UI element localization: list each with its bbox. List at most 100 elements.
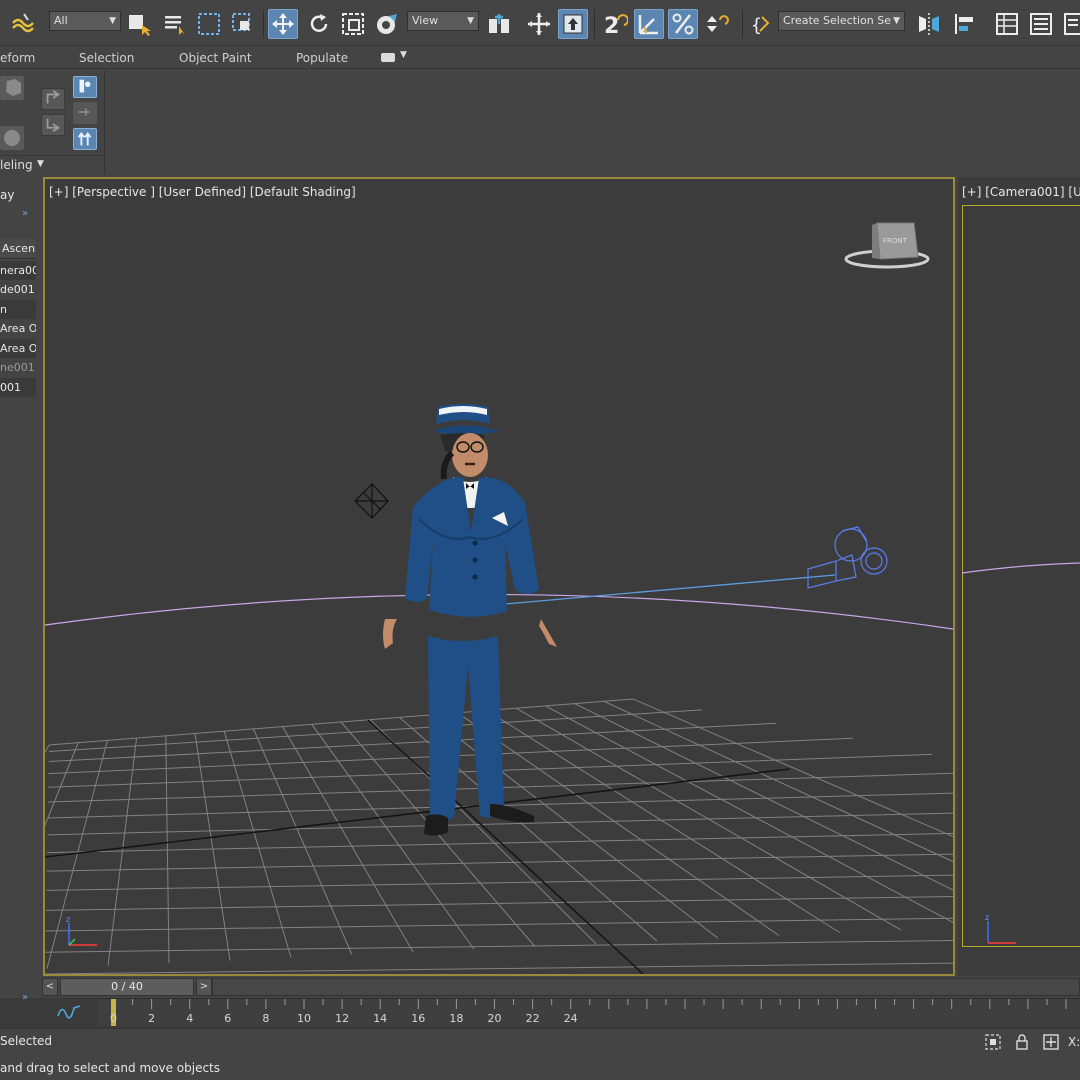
chevron-down-icon: ▼ <box>893 16 900 26</box>
select-manipulate-icon[interactable] <box>524 9 554 39</box>
list-item[interactable]: ne001 <box>0 358 36 377</box>
tab-object-paint[interactable]: Object Paint <box>179 51 252 65</box>
toolbar-separator <box>742 10 743 38</box>
align-icon[interactable] <box>950 9 980 39</box>
percent-snap-icon[interactable] <box>668 9 698 39</box>
next-modifier-button[interactable] <box>41 114 65 136</box>
time-slider-track[interactable] <box>212 978 1080 996</box>
ruler-tick-label: 6 <box>224 1012 232 1025</box>
list-item[interactable]: Area O <box>0 339 36 358</box>
selection-filter-dropdown[interactable]: All ▼ <box>49 11 121 31</box>
status-bar: Selected and drag to select and move obj… <box>0 1028 1080 1080</box>
ruler-tick-label: 14 <box>373 1012 388 1025</box>
camera-viewport[interactable]: [+] [Camera001] [Us z <box>958 177 1080 976</box>
ribbon-panel-footer[interactable]: leling ▼ <box>0 155 104 174</box>
explorer-sort-header[interactable]: Ascen <box>0 239 36 259</box>
coord-x-label: X: <box>1068 1035 1080 1049</box>
viewcube-face-label[interactable]: FRONT <box>883 237 908 245</box>
list-item[interactable]: n <box>0 300 36 319</box>
ruler-tick-label: 16 <box>411 1012 426 1025</box>
time-slider-thumb[interactable]: 0 / 40 <box>60 978 194 996</box>
viewport-canvas: FRONT z <box>45 222 953 974</box>
point-helper-icon <box>354 483 389 519</box>
select-and-place-icon[interactable] <box>372 9 402 39</box>
select-and-rotate-icon[interactable] <box>304 9 334 39</box>
select-and-move-icon[interactable] <box>268 9 298 39</box>
modify-mode-button[interactable] <box>0 126 24 150</box>
tab-selection[interactable]: Selection <box>79 51 134 65</box>
toolbar-separator <box>263 10 264 38</box>
curve-editor-icon[interactable] <box>56 1002 82 1020</box>
selection-filter-value: All <box>54 14 68 27</box>
perspective-viewport[interactable]: FRONT z [+] [Perspective ] [User Defined… <box>43 177 955 976</box>
ruler-tick-label: 24 <box>563 1012 578 1025</box>
list-item[interactable]: Area O <box>0 319 36 338</box>
mirror-icon[interactable] <box>914 9 944 39</box>
select-and-scale-icon[interactable] <box>338 9 368 39</box>
chevron-down-icon: ▼ <box>467 16 474 26</box>
chevron-down-icon: ▼ <box>109 16 116 26</box>
named-selection-sets-dropdown[interactable]: Create Selection Se ▼ <box>778 11 905 31</box>
axis-tripod-icon: z <box>985 913 1016 944</box>
grid-axis-x <box>45 768 791 858</box>
ruler-tick-label: 18 <box>449 1012 464 1025</box>
reference-coordinate-dropdown[interactable]: View ▼ <box>407 11 479 31</box>
show-end-result-button[interactable] <box>73 76 97 98</box>
previous-modifier-button[interactable] <box>41 88 65 110</box>
angle-snap-icon[interactable] <box>634 9 664 39</box>
reference-coordinate-value: View <box>412 14 439 27</box>
polygon-modeling-button[interactable] <box>0 76 24 100</box>
time-slider: < 0 / 40 > <box>0 976 1080 998</box>
previous-frame-button[interactable]: < <box>42 978 58 996</box>
next-frame-button[interactable]: > <box>196 978 212 996</box>
viewcube: FRONT <box>844 222 930 269</box>
select-object-icon[interactable] <box>124 9 154 39</box>
ribbon-options-icon[interactable] <box>381 53 395 62</box>
chevron-down-icon[interactable]: ▼ <box>400 50 407 60</box>
ribbon-toggle-icon[interactable] <box>1060 9 1080 39</box>
pin-stack-button[interactable] <box>73 102 97 124</box>
layer-explorer-icon[interactable] <box>1026 9 1056 39</box>
timeline-ruler[interactable]: 0 2 4 6 8 10 12 14 16 18 20 22 24 <box>98 998 1080 1026</box>
ruler-tick-label: 12 <box>335 1012 350 1025</box>
pivot-center-icon[interactable] <box>484 9 514 39</box>
ruler-tick-label: 20 <box>487 1012 502 1025</box>
scene-explorer-toggle-icon[interactable] <box>992 9 1022 39</box>
ruler-tick-label: 22 <box>525 1012 540 1025</box>
absolute-mode-icon[interactable] <box>1042 1033 1060 1051</box>
chevron-down-icon: ▼ <box>37 159 44 169</box>
window-crossing-icon[interactable] <box>228 9 258 39</box>
tab-populate[interactable]: Populate <box>296 51 348 65</box>
tab-freeform[interactable]: eform <box>0 51 35 65</box>
list-item[interactable]: nera00 <box>0 261 36 280</box>
ribbon-empty-area <box>106 70 1080 174</box>
svg-text:{: { <box>751 15 762 36</box>
sort-column-label: Ascen <box>2 242 36 255</box>
keyboard-shortcut-override-icon[interactable] <box>558 9 588 39</box>
isolate-selection-icon[interactable] <box>984 1033 1002 1051</box>
select-by-name-icon[interactable] <box>160 9 190 39</box>
ruler-ticks <box>113 999 1067 1009</box>
scene-explorer: ay » Ascen nera00 de001 n Area O Area O … <box>0 176 40 996</box>
prompt-line: and drag to select and move objects <box>0 1061 221 1075</box>
track-bar: » 0 2 4 6 8 10 12 14 16 18 20 22 24 <box>0 992 1080 1028</box>
edit-named-selection-sets-icon[interactable]: { <box>746 9 776 39</box>
lock-icon[interactable] <box>1014 1033 1030 1051</box>
bind-space-warp-icon[interactable] <box>8 9 38 39</box>
camera-icon <box>807 526 888 589</box>
list-item[interactable]: de001 <box>0 280 36 299</box>
viewport-label[interactable]: [+] [Perspective ] [User Defined] [Defau… <box>49 185 356 199</box>
camera-canvas: z <box>961 562 1080 944</box>
selection-status: Selected <box>0 1034 53 1048</box>
spinner-snap-icon[interactable] <box>702 9 732 39</box>
expand-panel-icon[interactable]: » <box>22 208 28 219</box>
stack-selection-button[interactable] <box>73 128 97 150</box>
snaps-toggle-icon[interactable]: 2 <box>600 9 630 39</box>
ruler-tick-label: 10 <box>297 1012 311 1025</box>
ruler-tick-label: 4 <box>186 1012 194 1025</box>
svg-text:z: z <box>66 915 70 924</box>
list-item[interactable]: 001 <box>0 378 36 397</box>
expand-panel-icon[interactable]: » <box>22 992 28 1003</box>
named-selection-sets-value: Create Selection Se <box>783 14 891 27</box>
rectangular-selection-icon[interactable] <box>194 9 224 39</box>
